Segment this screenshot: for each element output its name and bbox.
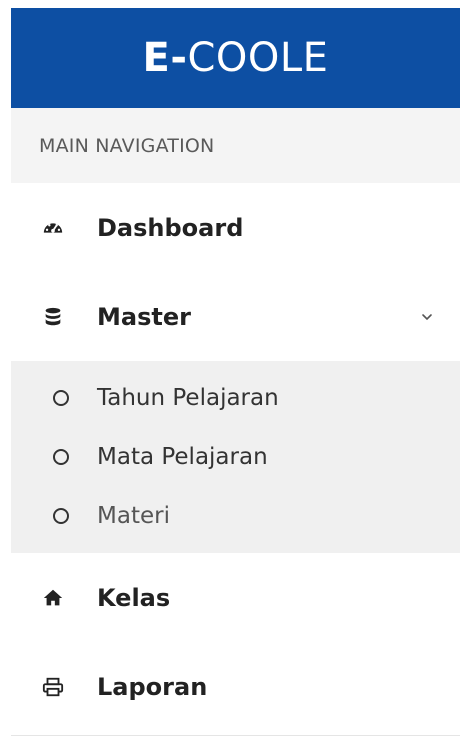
brand-logo[interactable]: E- COOLE — [11, 8, 460, 108]
master-submenu: Tahun Pelajaran Mata Pelajaran Materi — [11, 361, 460, 553]
nav-item-kelas-label: Kelas — [97, 583, 171, 612]
chevron-down-icon[interactable] — [420, 310, 434, 324]
brand-prefix: E- — [142, 35, 188, 81]
nav-item-master[interactable]: Master — [11, 272, 460, 361]
circle-icon — [53, 448, 69, 465]
nav-item-dashboard[interactable]: Dashboard — [11, 183, 460, 272]
nav-item-laporan-label: Laporan — [97, 672, 208, 701]
nav-item-dashboard-label: Dashboard — [97, 213, 244, 242]
submenu-item-label: Tahun Pelajaran — [97, 384, 279, 411]
database-icon — [41, 305, 65, 329]
print-icon — [41, 675, 65, 699]
nav-item-kelas[interactable]: Kelas — [11, 553, 460, 642]
submenu-item-materi[interactable]: Materi — [11, 486, 460, 545]
brand-name: COOLE — [187, 35, 329, 81]
nav-item-laporan[interactable]: Laporan — [11, 642, 460, 731]
dashboard-icon — [41, 216, 65, 240]
submenu-item-tahun-pelajaran[interactable]: Tahun Pelajaran — [11, 368, 460, 427]
submenu-item-mata-pelajaran[interactable]: Mata Pelajaran — [11, 427, 460, 486]
circle-icon — [53, 389, 69, 406]
home-icon — [41, 586, 65, 610]
sidebar: E- COOLE MAIN NAVIGATION Dashboard Maste… — [11, 8, 460, 736]
circle-icon — [53, 507, 69, 524]
submenu-item-label: Mata Pelajaran — [97, 443, 268, 470]
main-navigation-label: MAIN NAVIGATION — [11, 108, 460, 183]
nav-item-master-label: Master — [97, 302, 191, 331]
submenu-item-label: Materi — [97, 502, 170, 529]
